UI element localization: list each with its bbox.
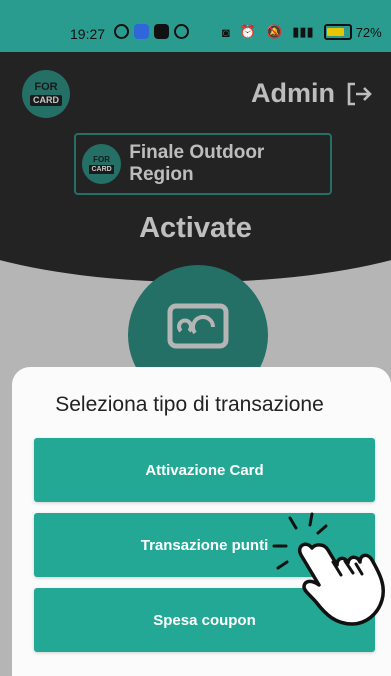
instagram-icon (174, 24, 189, 39)
youtube-icon (154, 24, 169, 39)
nfc-icon: ◙ (222, 24, 230, 40)
card-activation-button[interactable]: Attivazione Card (34, 438, 375, 502)
alarm-icon: ⏰ (239, 24, 257, 39)
status-bar: 19:27 ◙ ⏰ 🔕 ▮▮▮ 72% (0, 0, 391, 52)
battery-icon (323, 24, 352, 40)
signal-icon: ▮▮▮ (292, 24, 314, 39)
whatsapp-icon (114, 24, 129, 39)
system-icons: ◙ ⏰ 🔕 ▮▮▮ 72% (222, 24, 382, 40)
messenger-icon (134, 24, 149, 39)
tap-hand-icon (272, 512, 385, 626)
app-screen: 19:27 ◙ ⏰ 🔕 ▮▮▮ 72% FOR CARD Admin FOR C… (0, 0, 391, 676)
battery-percent: 72% (355, 24, 382, 40)
mute-icon: 🔕 (266, 24, 283, 39)
notification-icons (114, 24, 189, 39)
status-time: 19:27 (70, 26, 106, 42)
sheet-title: Seleziona tipo di transazione (55, 393, 324, 416)
